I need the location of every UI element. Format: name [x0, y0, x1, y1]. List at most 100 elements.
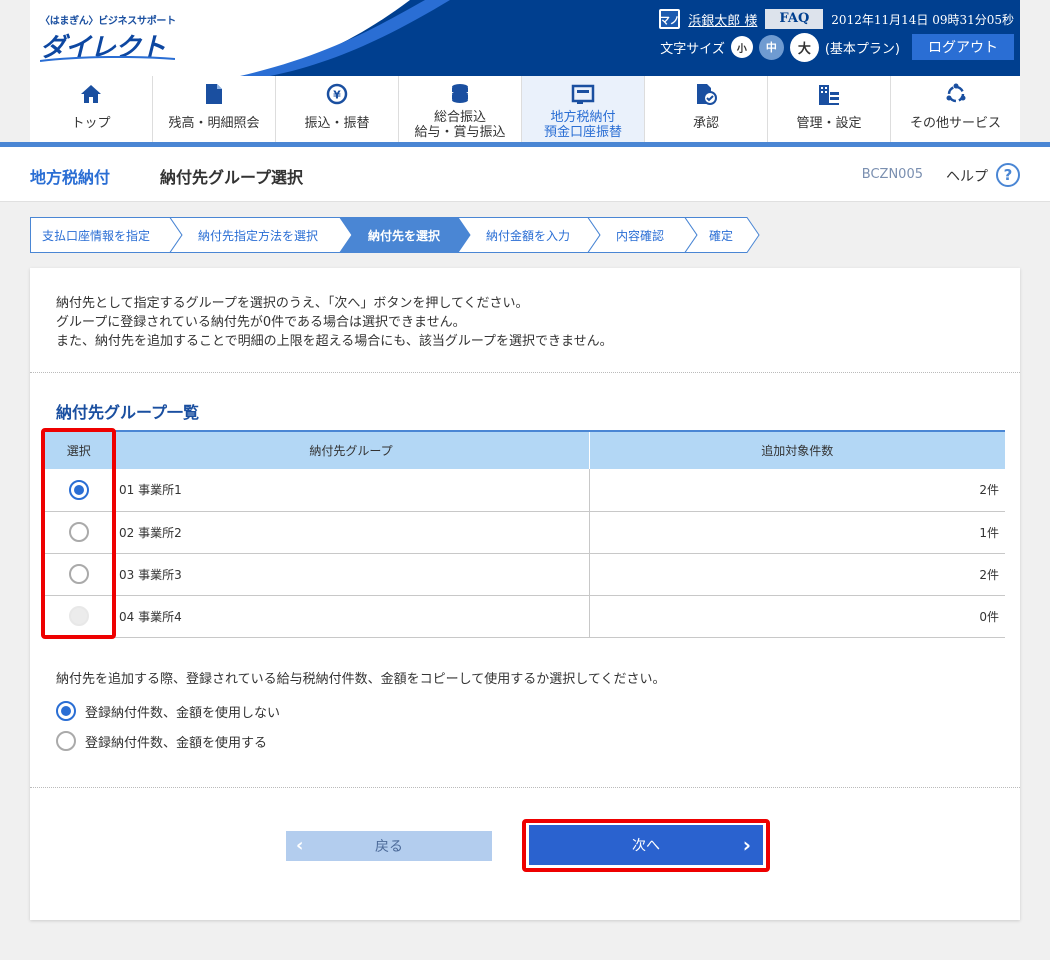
- nav-label: 承認: [692, 116, 719, 131]
- instruction-line: グループに登録されている納付先が0件である場合は選択できません。: [56, 315, 466, 330]
- svg-text:¥: ¥: [333, 89, 341, 102]
- nav-label: その他サービス: [909, 116, 1001, 131]
- header: 〈はまぎん〉ビジネスサポート ダイレクト マノ 浜銀太郎 様 FAQ 2012年…: [30, 0, 1020, 76]
- nav-item-balance[interactable]: 残高・明細照会: [153, 76, 276, 142]
- group-count: 2件: [589, 469, 1005, 512]
- nav-item-top[interactable]: トップ: [30, 76, 153, 142]
- font-size-label: 文字サイズ: [660, 41, 725, 57]
- instruction-line: 納付先として指定するグループを選択のうえ、「次へ」ボタンを押してください。: [56, 296, 529, 311]
- nav-label-line1: 地方税納付: [550, 110, 616, 125]
- main-card: 納付先として指定するグループを選択のうえ、「次へ」ボタンを押してください。 グル…: [30, 268, 1020, 920]
- group-name: 03 事業所3: [113, 553, 590, 596]
- payment-slip-icon: [571, 82, 595, 106]
- nav-item-transfer[interactable]: ¥ 振込・振替: [276, 76, 399, 142]
- nav-label-line1: 総合振込: [433, 110, 486, 125]
- group-count: 2件: [589, 553, 1005, 596]
- instruction-line: また、納付先を追加することで明細の上限を超える場合にも、該当グループを選択できま…: [56, 334, 613, 349]
- page-category: 地方税納付: [30, 168, 111, 187]
- step-confirm: 内容確認: [616, 229, 665, 243]
- coins-icon: [448, 82, 472, 106]
- nav-label: トップ: [71, 116, 111, 131]
- user-icon: マノ: [659, 9, 681, 29]
- next-button[interactable]: 次へ ›: [529, 825, 763, 865]
- copy-option-radio[interactable]: [56, 701, 76, 721]
- copy-option-no[interactable]: 登録納付件数、金額を使用しない: [56, 701, 280, 721]
- global-nav: トップ 残高・明細照会 ¥ 振込・振替 総合振込 給与・賞与振込 地方税納付 預…: [30, 76, 1020, 142]
- copy-option-yes[interactable]: 登録納付件数、金額を使用する: [56, 731, 267, 751]
- header-user-row: マノ 浜銀太郎 様 FAQ 2012年11月14日 09時31分05秒: [659, 8, 1014, 30]
- copy-option-label: 登録納付件数、金額を使用しない: [85, 705, 281, 721]
- nav-item-bulk-transfer[interactable]: 総合振込 給与・賞与振込: [399, 76, 522, 142]
- header-count: 追加対象件数: [589, 430, 1005, 469]
- font-size-medium-button[interactable]: 中: [758, 34, 784, 60]
- services-icon: [944, 82, 968, 106]
- table-row[interactable]: 01 事業所1 2件: [45, 469, 1005, 512]
- plan-label: (基本プラン): [824, 41, 900, 57]
- page-title-bar: 地方税納付 納付先グループ選択 BCZN005 ヘルプ ?: [0, 147, 1050, 202]
- screen-code: BCZN005: [861, 167, 923, 182]
- group-name: 01 事業所1: [113, 469, 590, 512]
- login-datetime: 2012年11月14日 09時31分05秒: [831, 12, 1014, 27]
- nav-label: 残高・明細照会: [168, 116, 260, 131]
- nav-label-line2: 預金口座振替: [543, 125, 622, 140]
- copy-question: 納付先を追加する際、登録されている給与税納付件数、金額をコピーして使用するか選択…: [56, 672, 666, 687]
- home-icon: [79, 82, 103, 106]
- font-size-large-button[interactable]: 大: [789, 32, 819, 62]
- table-row: 04 事業所4 0件: [45, 595, 1005, 638]
- divider: [30, 787, 1020, 788]
- table-header-row: 選択 納付先グループ 追加対象件数: [45, 430, 1005, 469]
- step-complete: 確定: [709, 229, 734, 243]
- copy-option-label: 登録納付件数、金額を使用する: [85, 735, 268, 751]
- next-button-label: 次へ: [632, 838, 660, 854]
- back-button-label: 戻る: [375, 839, 403, 855]
- yen-transfer-icon: ¥: [325, 82, 349, 106]
- copy-option-radio[interactable]: [56, 731, 76, 751]
- nav-label: 管理・設定: [796, 116, 862, 131]
- step-designation-method: 納付先指定方法を選択: [198, 229, 319, 243]
- faq-button[interactable]: FAQ: [765, 9, 824, 29]
- nav-label: 振込・振替: [304, 116, 370, 131]
- chevron-left-icon: ‹: [296, 835, 304, 856]
- settings-building-icon: [817, 82, 841, 106]
- nav-item-approval[interactable]: 承認: [645, 76, 768, 142]
- back-button[interactable]: ‹ 戻る: [286, 831, 492, 861]
- group-radio[interactable]: [69, 522, 89, 542]
- group-count: 0件: [589, 595, 1005, 638]
- table-row[interactable]: 02 事業所2 1件: [45, 511, 1005, 554]
- header-settings-row: 文字サイズ 小 中 大 (基本プラン) ログアウト: [660, 32, 1014, 62]
- nav-label-line2: 給与・賞与振込: [414, 125, 506, 140]
- group-name: 02 事業所2: [113, 511, 590, 554]
- nav-item-other-services[interactable]: その他サービス: [891, 76, 1020, 142]
- step-select-payee: 納付先を選択: [368, 229, 441, 243]
- step-enter-amount: 納付金額を入力: [486, 229, 571, 243]
- step-payment-account: 支払口座情報を指定: [42, 229, 151, 243]
- nav-item-admin[interactable]: 管理・設定: [768, 76, 891, 142]
- document-icon: [202, 82, 226, 106]
- header-select: 選択: [45, 430, 114, 469]
- logo-swoosh-icon: [40, 56, 175, 62]
- group-radio[interactable]: [69, 564, 89, 584]
- instructions: 納付先として指定するグループを選択のうえ、「次へ」ボタンを押してください。 グル…: [56, 294, 613, 351]
- chevron-right-icon: ›: [742, 833, 751, 857]
- group-count: 1件: [589, 511, 1005, 554]
- bank-logo[interactable]: 〈はまぎん〉ビジネスサポート ダイレクト: [40, 12, 180, 64]
- nav-label: 総合振込 給与・賞与振込: [414, 110, 505, 140]
- help-link[interactable]: ヘルプ: [946, 166, 988, 186]
- group-radio-disabled: [69, 606, 89, 626]
- nav-label: 地方税納付 預金口座振替: [544, 110, 622, 140]
- group-name: 04 事業所4: [113, 595, 590, 638]
- group-radio[interactable]: [69, 479, 89, 500]
- logout-button[interactable]: ログアウト: [912, 34, 1014, 60]
- group-table: 選択 納付先グループ 追加対象件数 01 事業所1 2件 02 事業所2 1件 …: [45, 430, 1005, 638]
- divider: [30, 372, 1020, 373]
- font-size-small-button[interactable]: 小: [730, 36, 753, 58]
- section-title: 納付先グループ一覧: [56, 403, 200, 422]
- logo-top-text: 〈はまぎん〉ビジネスサポート: [40, 16, 176, 27]
- approval-icon: [694, 82, 718, 106]
- header-group: 納付先グループ: [113, 430, 590, 469]
- table-row[interactable]: 03 事業所3 2件: [45, 553, 1005, 596]
- nav-item-local-tax[interactable]: 地方税納付 預金口座振替: [522, 76, 645, 142]
- user-name-link[interactable]: 浜銀太郎 様: [688, 10, 757, 29]
- help-icon[interactable]: ?: [996, 163, 1020, 187]
- page-title: 納付先グループ選択: [160, 168, 304, 187]
